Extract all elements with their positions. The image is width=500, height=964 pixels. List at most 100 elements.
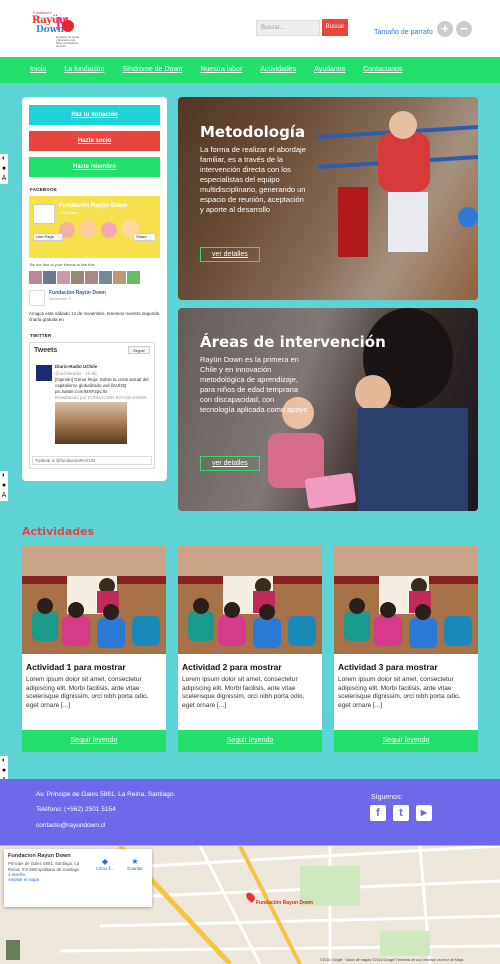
fb-likes-count: 2,201 likes — [59, 210, 79, 215]
search-button[interactable]: Buscar — [322, 19, 348, 36]
map-place-card: Fundacion Rayun Down Principe de Gales 5… — [4, 849, 152, 907]
nav-la-fundacion[interactable]: La fundación — [64, 57, 104, 83]
footer-phone: Teléfono: (+562) 2501 5154 — [36, 806, 116, 813]
directions-label: Cómo ll... — [95, 866, 115, 871]
zoom-in-button[interactable]: + — [437, 21, 453, 37]
tw-image[interactable] — [55, 402, 127, 444]
panel-text: Rayün Down es la primera en Chile y en i… — [200, 355, 308, 414]
sidebar: Haz tu donación Hazte socio Hazte miembr… — [22, 97, 167, 481]
activity-photo[interactable] — [334, 546, 478, 654]
methodology-panel: Metodología La forma de realizar el abor… — [178, 97, 478, 300]
fb-page-logo — [33, 204, 55, 224]
nav-sindrome-de-down[interactable]: Síndrome de Down — [122, 57, 182, 83]
flower-icon — [62, 20, 74, 32]
accessibility-tab[interactable]: ◐ ● A — [0, 471, 8, 501]
contrast-icon: ◐ — [1, 472, 7, 479]
youtube-icon[interactable]: ▶ — [416, 805, 432, 821]
follow-label: Síguenos: — [371, 794, 403, 801]
activity-text: Lorem ipsum dolor sit amet, consectetur … — [338, 676, 461, 709]
become-member-button[interactable]: Hazte miembro — [29, 157, 160, 177]
embedded-map[interactable]: Fundacion Rayun Down Principe de Gales 5… — [0, 846, 500, 964]
panel-text: La forma de realizar el abordaje familia… — [200, 145, 306, 214]
drop-icon: ● — [1, 165, 7, 172]
avatar[interactable] — [113, 271, 126, 284]
text-size-icon: A — [1, 492, 7, 499]
fb-friend-faces — [29, 271, 160, 284]
fb-post-avatar[interactable] — [29, 290, 45, 306]
avatar[interactable] — [43, 271, 56, 284]
avatar[interactable] — [99, 271, 112, 284]
accessibility-tab[interactable]: ◐ ● A — [0, 154, 8, 184]
fb-like-button[interactable]: Like Page — [33, 233, 63, 241]
activity-text: Lorem ipsum dolor sit amet, consectetur … — [26, 676, 149, 709]
avatar[interactable] — [29, 271, 42, 284]
nav-actividades[interactable]: Actividades — [260, 57, 296, 83]
panel-title: Áreas de intervención — [200, 333, 386, 351]
search-input[interactable]: Buscar... — [256, 20, 320, 36]
facebook-page-widget[interactable]: Fundación Rayün Down 2,201 likes Like Pa… — [29, 196, 160, 258]
map-enlarge-link[interactable]: Ampliar el mapa — [8, 877, 148, 882]
map-place-address: Principe de Gales 5861, Santiago, La Rei… — [8, 861, 80, 872]
fb-page-name[interactable]: Fundación Rayün Down — [59, 203, 127, 209]
activity-photo[interactable] — [178, 546, 322, 654]
tw-author[interactable]: Diario-Radio UChile — [55, 364, 97, 369]
tw-text: @uchileradio · 10 dic [Opinión] Grinor R… — [55, 371, 151, 401]
view-details-button[interactable]: ver detalles — [200, 247, 260, 262]
directions-button[interactable]: ◆ Cómo ll... — [94, 857, 116, 871]
read-more-button[interactable]: Seguir leyendo — [334, 730, 478, 752]
drop-icon: ● — [1, 767, 7, 774]
footer-address: Av. Príncipe de Gales 5861, La Reina, Sa… — [36, 791, 176, 798]
nav-inicio[interactable]: Inicio — [30, 57, 46, 83]
avatar[interactable] — [127, 271, 140, 284]
activity-photo[interactable] — [22, 546, 166, 654]
contrast-icon: ◐ — [1, 155, 7, 162]
site-header: Fundación Rayün Down N Fundación de Ayud… — [0, 0, 500, 57]
nav-ayudanos[interactable]: Ayudanos — [314, 57, 345, 83]
facebook-icon[interactable]: f — [370, 805, 386, 821]
nav-nuestra-labor[interactable]: Nuestra labor — [200, 57, 242, 83]
tw-author-avatar[interactable] — [36, 365, 52, 381]
become-partner-button[interactable]: Hazte socio — [29, 131, 160, 151]
site-logo[interactable]: Fundación Rayün Down N Fundación de Ayud… — [30, 10, 79, 50]
tw-follow-button[interactable]: Seguir — [128, 346, 150, 354]
cartoon-kid — [101, 222, 117, 238]
main-nav: Inicio La fundación Síndrome de Down Nue… — [0, 57, 500, 83]
activity-text: Lorem ipsum dolor sit amet, consectetur … — [182, 676, 305, 709]
twitter-widget: Tweets Seguir Diario-Radio UChile @uchil… — [29, 342, 155, 469]
activity-title[interactable]: Actividad 3 para mostrar — [334, 654, 478, 674]
contrast-icon: ◐ — [1, 757, 7, 764]
activity-title[interactable]: Actividad 2 para mostrar — [178, 654, 322, 674]
fb-share-button[interactable]: Share — [133, 233, 156, 241]
tw-handle: @uchileradio · 10 dic — [55, 371, 98, 376]
zoom-out-button[interactable]: − — [456, 21, 472, 37]
tweet-input[interactable]: Twittear a @fundacionRAYUN — [32, 456, 152, 465]
map-marker-label: Fundación Rayun Down — [256, 900, 313, 906]
panel-title: Metodología — [200, 123, 306, 141]
donate-button[interactable]: Haz tu donación — [29, 105, 160, 125]
nav-contactanos[interactable]: Contactanos — [363, 57, 402, 83]
twitter-icon[interactable]: t — [393, 805, 409, 821]
save-label: Guardar — [127, 866, 143, 871]
drop-icon: ● — [1, 482, 7, 489]
save-place-button[interactable]: ★ Guardar — [124, 857, 146, 871]
activity-card: Actividad 1 para mostrar Lorem ipsum dol… — [22, 546, 166, 752]
font-size-label: Tamaño de parrafo — [374, 29, 433, 36]
twitter-heading: TWITTER — [30, 333, 52, 338]
activity-title[interactable]: Actividad 1 para mostrar — [22, 654, 166, 674]
fb-friends-text: Be the first of your friends to like thi… — [30, 262, 95, 267]
avatar[interactable] — [71, 271, 84, 284]
cartoon-kid — [79, 220, 97, 238]
avatar[interactable] — [57, 271, 70, 284]
activities-heading: Actividades — [22, 525, 95, 538]
footer-email[interactable]: contacto@rayundown.cl — [36, 822, 105, 829]
directions-icon: ◆ — [101, 857, 109, 866]
fb-post-date[interactable]: November 9 — [49, 296, 106, 301]
view-details-button[interactable]: ver detalles — [200, 456, 260, 471]
activity-image — [334, 546, 478, 654]
activity-card: Actividad 3 para mostrar Lorem ipsum dol… — [334, 546, 478, 752]
tw-body: [Opinión] Grinor Rojo: Sobre la crisis a… — [55, 377, 149, 394]
logo-tagline: Fundación de Ayuda y Educación para Niño… — [56, 36, 79, 48]
avatar[interactable] — [85, 271, 98, 284]
read-more-button[interactable]: Seguir leyendo — [22, 730, 166, 752]
read-more-button[interactable]: Seguir leyendo — [178, 730, 322, 752]
